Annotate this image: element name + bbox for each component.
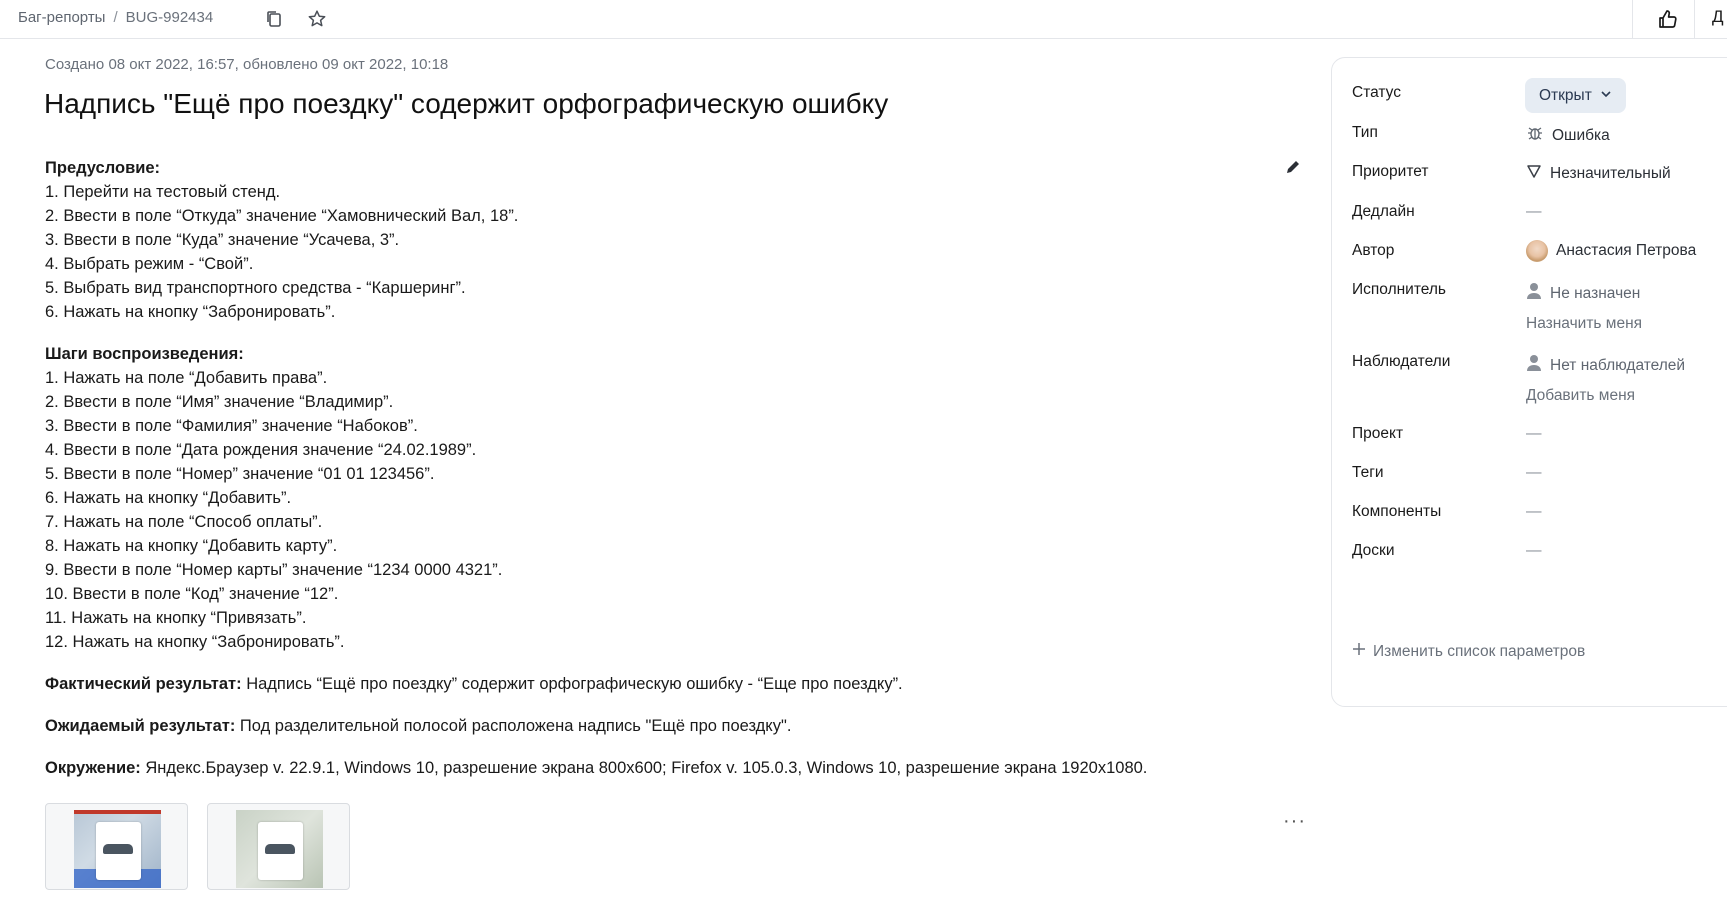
- environment-text: Яндекс.Браузер v. 22.9.1, Windows 10, ра…: [145, 759, 1148, 777]
- author-value[interactable]: Анастасия Петрова: [1526, 240, 1696, 262]
- steps-block: Шаги воспроизведения: 1. Нажать на поле …: [45, 342, 1265, 654]
- expected-result-label: Ожидаемый результат:: [45, 717, 236, 735]
- author-label: Автор: [1352, 242, 1395, 259]
- priority-value[interactable]: Незначительный: [1526, 163, 1671, 184]
- plus-icon: [1352, 642, 1366, 661]
- author-name: Анастасия Петрова: [1556, 242, 1697, 259]
- issue-title: Надпись "Ещё про поездку" содержит орфог…: [44, 88, 889, 119]
- step: 3. Ввести в поле “Фамилия” значение “Наб…: [45, 417, 418, 435]
- top-divider: [1632, 0, 1633, 38]
- status-label: Статус: [1352, 84, 1401, 101]
- step: 7. Нажать на поле “Способ оплаты”.: [45, 513, 323, 531]
- components-value[interactable]: —: [1526, 503, 1542, 521]
- top-bar: Баг-репорты / BUG-992434 Д: [0, 0, 1727, 39]
- step: 10. Ввести в поле “Код” значение “12”.: [45, 585, 339, 603]
- star-icon[interactable]: [305, 7, 329, 31]
- change-params-label: Изменить список параметров: [1373, 642, 1586, 660]
- actual-result-label: Фактический результат:: [45, 675, 242, 693]
- priority-label: Приоритет: [1352, 163, 1429, 180]
- assign-me-link[interactable]: Назначить меня: [1526, 315, 1642, 333]
- step: 5. Ввести в поле “Номер” значение “01 01…: [45, 465, 435, 483]
- priority-value-text: Незначительный: [1550, 164, 1671, 182]
- components-label: Компоненты: [1352, 503, 1442, 520]
- assignee-value-text: Не назначен: [1550, 284, 1641, 302]
- watchers-value[interactable]: Нет наблюдателей: [1526, 354, 1685, 377]
- type-value[interactable]: Ошибка: [1526, 124, 1610, 147]
- precondition-heading: Предусловие:: [45, 159, 161, 177]
- step: 12. Нажать на кнопку “Забронировать”.: [45, 633, 345, 651]
- precondition-step: 4. Выбрать режим - “Свой”.: [45, 255, 254, 273]
- type-label: Тип: [1352, 124, 1378, 141]
- steps-heading: Шаги воспроизведения:: [45, 345, 244, 363]
- top-divider-2: [1694, 0, 1695, 38]
- precondition-step: 1. Перейти на тестовый стенд.: [45, 183, 281, 201]
- step: 2. Ввести в поле “Имя” значение “Владими…: [45, 393, 394, 411]
- precondition-step: 3. Ввести в поле “Куда” значение “Усачев…: [45, 231, 400, 249]
- breadcrumb-separator: /: [113, 9, 118, 26]
- watchers-value-text: Нет наблюдателей: [1550, 356, 1686, 374]
- precondition-block: Предусловие: 1. Перейти на тестовый стен…: [45, 156, 1265, 324]
- bug-icon: [1526, 124, 1544, 147]
- breadcrumb-issue-id: BUG-992434: [125, 9, 214, 26]
- expected-result-text: Под разделительной полосой расположена н…: [239, 717, 792, 735]
- attachment-thumbnail-1[interactable]: [45, 803, 188, 890]
- assignee-label: Исполнитель: [1352, 281, 1446, 298]
- copy-icon[interactable]: [262, 7, 286, 31]
- attachments: [45, 803, 350, 890]
- attachment-thumbnail-2[interactable]: [207, 803, 350, 890]
- type-value-text: Ошибка: [1552, 126, 1610, 144]
- step: 6. Нажать на кнопку “Добавить”.: [45, 489, 292, 507]
- add-me-link[interactable]: Добавить меня: [1526, 387, 1635, 405]
- issue-meta: Создано 08 окт 2022, 16:57, обновлено 09…: [45, 56, 449, 73]
- project-value[interactable]: —: [1526, 425, 1542, 443]
- boards-label: Доски: [1352, 542, 1395, 559]
- environment-label: Окружение:: [45, 759, 141, 777]
- tags-value[interactable]: —: [1526, 464, 1542, 482]
- step: 1. Нажать на поле “Добавить права”.: [45, 369, 328, 387]
- chevron-down-icon: [1600, 87, 1612, 105]
- status-dropdown[interactable]: Открыт: [1525, 78, 1626, 113]
- pencil-icon[interactable]: [1284, 158, 1304, 178]
- deadline-value[interactable]: —: [1526, 203, 1542, 221]
- boards-value[interactable]: —: [1526, 542, 1542, 560]
- tags-label: Теги: [1352, 464, 1384, 481]
- precondition-step: 6. Нажать на кнопку “Забронировать”.: [45, 303, 336, 321]
- precondition-step: 2. Ввести в поле “Откуда” значение “Хамо…: [45, 207, 519, 225]
- step: 9. Ввести в поле “Номер карты” значение …: [45, 561, 503, 579]
- breadcrumb-section-link[interactable]: Баг-репорты: [18, 9, 105, 26]
- step: 11. Нажать на кнопку “Привязать”.: [45, 609, 307, 627]
- avatar: [1526, 240, 1548, 262]
- environment: Окружение: Яндекс.Браузер v. 22.9.1, Win…: [45, 756, 1265, 780]
- step: 4. Ввести в поле “Дата рождения значение…: [45, 441, 477, 459]
- actual-result: Фактический результат: Надпись “Ещё про …: [45, 672, 1265, 696]
- thumbs-up-icon[interactable]: [1656, 7, 1680, 31]
- watchers-label: Наблюдатели: [1352, 353, 1451, 370]
- step: 8. Нажать на кнопку “Добавить карту”.: [45, 537, 338, 555]
- user-icon: [1526, 354, 1542, 377]
- issue-description: Предусловие: 1. Перейти на тестовый стен…: [45, 156, 1265, 798]
- change-params-button[interactable]: Изменить список параметров: [1352, 642, 1585, 661]
- assignee-value[interactable]: Не назначен: [1526, 282, 1640, 305]
- precondition-step: 5. Выбрать вид транспортного средства - …: [45, 279, 466, 297]
- expected-result: Ожидаемый результат: Под разделительной …: [45, 714, 1265, 738]
- user-icon: [1526, 282, 1542, 305]
- more-icon[interactable]: ···: [1283, 810, 1306, 833]
- breadcrumb: Баг-репорты / BUG-992434: [18, 9, 213, 26]
- project-label: Проект: [1352, 425, 1404, 442]
- status-value: Открыт: [1539, 86, 1592, 104]
- top-truncated-button[interactable]: Д: [1712, 7, 1724, 27]
- issue-sidebar: Статус Открыт Тип Ошибка Приоритет Незна…: [1331, 57, 1727, 707]
- actual-result-text: Надпись “Ещё про поездку” содержит орфог…: [246, 675, 903, 693]
- deadline-label: Дедлайн: [1352, 203, 1415, 220]
- triangle-down-icon: [1526, 163, 1542, 184]
